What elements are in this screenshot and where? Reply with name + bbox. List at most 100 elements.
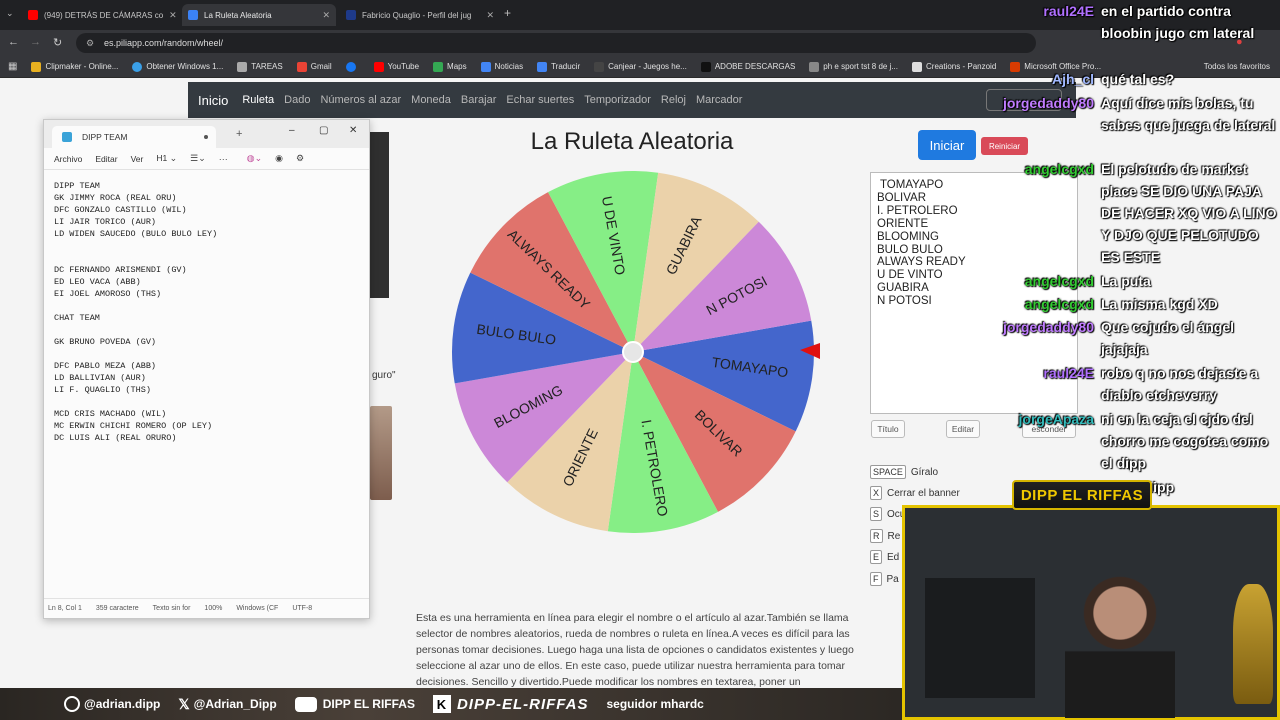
- reload-icon[interactable]: ↻: [53, 36, 62, 49]
- stream-chat-overlay: raul24E en el partido contra bloobin jugo…: [980, 0, 1280, 520]
- shortcut-hide: S Ocu: [870, 507, 905, 521]
- notepad-tab[interactable]: DIPP TEAM: [52, 126, 216, 148]
- screen: ⌄ (949) DETRÁS DE CÁMARAS co ✕ La Ruleta…: [0, 0, 1280, 720]
- address-bar[interactable]: ⚙ es.piliapp.com/random/wheel/: [76, 33, 1036, 53]
- more-icon[interactable]: ···: [219, 154, 228, 164]
- social-label: seguidor mhardc: [606, 697, 704, 711]
- shortcut-label: Cerrar el banner: [887, 487, 960, 499]
- key-badge: X: [870, 486, 883, 500]
- wheel-hub: [622, 341, 644, 363]
- nav-marcador[interactable]: Marcador: [696, 94, 742, 106]
- youtube-icon: [294, 696, 317, 712]
- heading-dropdown[interactable]: H1 ⌄: [156, 153, 177, 164]
- nav-reloj[interactable]: Reloj: [661, 94, 686, 106]
- notepad-text-area[interactable]: DIPP TEAM GK JIMMY ROCA (REAL ORU) DFC GON…: [54, 180, 217, 444]
- close-icon[interactable]: ✕: [480, 10, 494, 21]
- bookmark-item[interactable]: ADOBE DESCARGAS: [700, 61, 795, 72]
- webcam-shelf: [925, 578, 1035, 698]
- minimize-icon[interactable]: –: [289, 125, 295, 136]
- forward-icon[interactable]: →: [30, 36, 41, 48]
- start-button[interactable]: Iniciar: [918, 130, 976, 160]
- bookmark-item[interactable]: Traducir: [537, 61, 580, 72]
- chat-text: La misma kgd XD: [1101, 296, 1218, 312]
- bookmark-label: ph e sport tst 8 de j...: [823, 62, 899, 71]
- nav-numeros[interactable]: Números al azar: [320, 94, 401, 106]
- unsaved-dot-icon[interactable]: [204, 135, 208, 139]
- folder-icon: [237, 61, 248, 72]
- webcam-trophy: [1233, 584, 1273, 704]
- chat-username: raul24E: [1043, 3, 1094, 19]
- social-label: @adrian.dipp: [84, 697, 161, 711]
- menu-ver[interactable]: Ver: [131, 154, 144, 164]
- close-icon[interactable]: ✕: [316, 10, 330, 21]
- instagram-icon: [64, 696, 80, 712]
- nav-barajar[interactable]: Barajar: [461, 94, 496, 106]
- bookmark-item[interactable]: [345, 61, 360, 72]
- account-icon[interactable]: ◉: [275, 153, 283, 164]
- stream-banner: DIPP EL RIFFAS: [1012, 480, 1152, 510]
- bookmark-item[interactable]: Canjear - Juegos he...: [594, 61, 687, 72]
- copilot-icon[interactable]: ◍⌄: [247, 153, 262, 164]
- gmail-icon: [296, 61, 307, 72]
- social-label: @Adrian_Dipp: [193, 697, 277, 711]
- back-icon[interactable]: ←: [8, 36, 19, 48]
- close-icon[interactable]: ✕: [163, 10, 177, 21]
- bookmark-item[interactable]: ph e sport tst 8 de j...: [809, 61, 899, 72]
- chat-text: La puta: [1101, 273, 1151, 289]
- close-icon[interactable]: ✕: [349, 125, 357, 136]
- new-tab-button[interactable]: +: [504, 6, 511, 20]
- notepad-menubar: Archivo Editar Ver H1 ⌄ ☰⌄ ··· ◍⌄ ◉ ⚙: [44, 148, 369, 170]
- translate-icon: [537, 61, 548, 72]
- youtube-icon: [373, 61, 384, 72]
- notepad-line: LI JAIR TORICO (AUR): [54, 217, 157, 227]
- menu-archivo[interactable]: Archivo: [54, 154, 82, 164]
- tab-ruleta[interactable]: La Ruleta Aleatoria ✕: [182, 4, 336, 26]
- social-follower: seguidor mhardc: [606, 697, 703, 711]
- ad-text: guro": [372, 370, 396, 381]
- title-button[interactable]: Título: [871, 420, 905, 438]
- tab-search-icon[interactable]: ⌄: [6, 8, 14, 19]
- bookmark-item[interactable]: TAREAS: [237, 61, 283, 72]
- x-icon: 𝕏: [178, 695, 190, 712]
- maximize-icon[interactable]: ▢: [319, 125, 328, 136]
- webcam-feed: [902, 505, 1280, 720]
- shortcut-close-banner: X Cerrar el banner: [870, 486, 960, 500]
- bookmark-label: Canjear - Juegos he...: [608, 62, 687, 71]
- nav-ruleta[interactable]: Ruleta: [242, 94, 274, 106]
- new-tab-icon[interactable]: +: [236, 128, 242, 140]
- key-badge: F: [870, 572, 882, 586]
- status-format: Texto sin for: [152, 605, 191, 612]
- settings-icon[interactable]: ⚙: [296, 153, 304, 164]
- bookmark-item[interactable]: Noticias: [480, 61, 523, 72]
- chat-text: qué tal es?: [1101, 71, 1175, 87]
- nav-moneda[interactable]: Moneda: [411, 94, 451, 106]
- nav-temporizador[interactable]: Temporizador: [584, 94, 651, 106]
- shortcut-edit: E Ed: [870, 550, 899, 564]
- roulette-wheel[interactable]: TOMAYAPOBOLIVARI. PETROLEROORIENTEBLOOMI…: [443, 162, 823, 542]
- tab-youtube[interactable]: (949) DETRÁS DE CÁMARAS co ✕: [22, 4, 180, 26]
- bookmark-icon: [132, 61, 143, 72]
- list-icon[interactable]: ☰⌄: [190, 153, 206, 164]
- bookmark-item[interactable]: YouTube: [373, 61, 419, 72]
- ad-image: [370, 132, 389, 298]
- bookmark-item[interactable]: Obtener Windows 1...: [132, 61, 224, 72]
- nav-echar-suertes[interactable]: Echar suertes: [506, 94, 574, 106]
- site-info-icon[interactable]: ⚙: [86, 38, 96, 48]
- bookmark-item[interactable]: Gmail: [296, 61, 332, 72]
- nav-dado[interactable]: Dado: [284, 94, 310, 106]
- social-x: 𝕏 @Adrian_Dipp: [178, 696, 276, 713]
- notepad-line: EI JOEL AMOROSO (THS): [54, 289, 162, 299]
- maps-icon: [433, 61, 444, 72]
- notepad-line: [54, 300, 217, 312]
- apps-icon[interactable]: ▦: [8, 61, 17, 72]
- nav-home[interactable]: Inicio: [198, 93, 228, 108]
- edit-button[interactable]: Editar: [946, 420, 980, 438]
- bookmark-label: Obtener Windows 1...: [146, 62, 224, 71]
- chat-text: ni en la ceja el cjdo del chorro me cogo…: [1101, 411, 1269, 471]
- status-chars: 359 caractere: [95, 605, 139, 612]
- menu-editar[interactable]: Editar: [95, 154, 117, 164]
- bookmark-item[interactable]: Clipmaker - Online...: [31, 61, 118, 72]
- bookmark-label: Maps: [447, 62, 467, 71]
- tab-quaglio[interactable]: Fabricio Quaglio - Perfil del jug ✕: [340, 4, 500, 26]
- bookmark-item[interactable]: Maps: [433, 61, 467, 72]
